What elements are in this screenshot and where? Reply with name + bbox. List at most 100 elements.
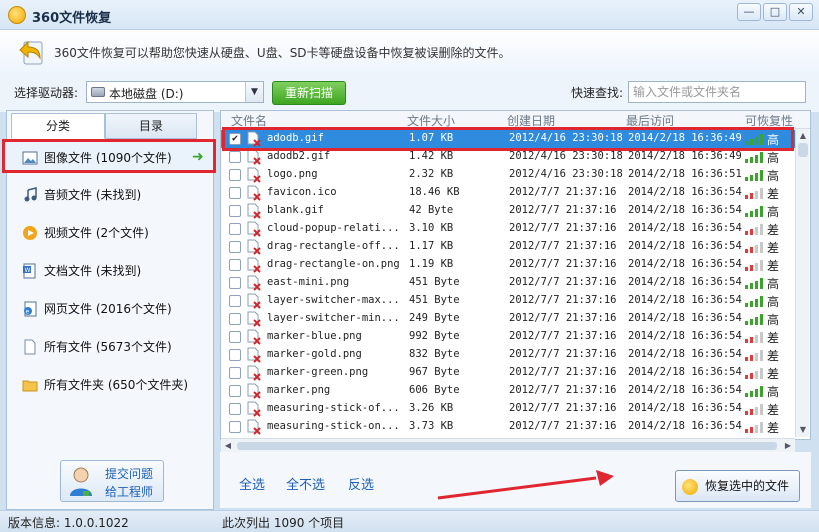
version-info: 版本信息: 1.0.0.1022 [8, 516, 129, 530]
minimize-icon[interactable]: — [737, 3, 761, 21]
file-name: drag-rectangle-off... [267, 240, 400, 252]
scroll-thumb[interactable] [237, 442, 777, 450]
vertical-scrollbar[interactable]: ▲ ▼ [795, 129, 809, 437]
row-checkbox[interactable] [229, 385, 241, 397]
tab-category[interactable]: 分类 [11, 113, 105, 139]
table-row[interactable]: marker-green.png 967 Byte 2012/7/7 21:37… [221, 364, 795, 382]
search-input[interactable] [628, 81, 806, 103]
table-row[interactable]: cloud-popup-relati... 3.10 KB 2012/7/7 2… [221, 220, 795, 238]
maximize-icon[interactable]: □ [763, 3, 787, 21]
file-size: 606 Byte [409, 384, 460, 396]
row-checkbox[interactable] [229, 151, 241, 163]
select-all-link[interactable]: 全选 [239, 474, 265, 493]
row-checkbox[interactable]: ✔ [229, 133, 241, 145]
select-none-link[interactable]: 全不选 [286, 474, 325, 493]
file-name: layer-switcher-min... [267, 312, 400, 324]
recover-label: 恢复选中的文件 [704, 479, 789, 493]
table-row[interactable]: drag-rectangle-on.png 1.19 KB 2012/7/7 2… [221, 256, 795, 274]
header-size[interactable]: 文件大小 [407, 112, 455, 129]
recoverability-text: 差 [767, 259, 780, 273]
scroll-thumb[interactable] [798, 143, 808, 157]
file-size: 1.42 KB [409, 150, 454, 162]
table-row[interactable]: marker-gold.png 832 Byte 2012/7/7 21:37:… [221, 346, 795, 364]
deleted-file-icon [247, 167, 261, 183]
close-icon[interactable]: ✕ [789, 3, 813, 21]
row-checkbox[interactable] [229, 223, 241, 235]
table-row[interactable]: ✔ adodb.gif 1.07 KB 2012/4/16 23:30:18 2… [221, 130, 795, 148]
row-checkbox[interactable] [229, 259, 241, 271]
row-checkbox[interactable] [229, 349, 241, 361]
file-size: 3.73 KB [409, 420, 454, 432]
table-row[interactable]: logo.png 2.32 KB 2012/4/16 23:30:18 2014… [221, 166, 795, 184]
file-name: measuring-stick-of... [267, 402, 400, 414]
row-checkbox[interactable] [229, 403, 241, 415]
recoverability-bars-icon [745, 350, 763, 361]
category-all-folders[interactable]: 所有文件夹 (650个文件夹) [16, 373, 202, 397]
item-count: 此次列出 1090 个项目 [222, 516, 345, 530]
table-row[interactable]: layer-switcher-min... 249 Byte 2012/7/7 … [221, 310, 795, 328]
category-documents[interactable]: W 文档文件 (未找到) [16, 259, 202, 283]
deleted-file-icon [247, 293, 261, 309]
header-created[interactable]: 创建日期 [507, 112, 555, 129]
row-checkbox[interactable] [229, 187, 241, 199]
recoverability-bars-icon [745, 134, 763, 145]
scroll-right-icon[interactable]: ▶ [781, 439, 795, 453]
table-row[interactable]: measuring-stick-on... 3.73 KB 2012/7/7 2… [221, 418, 795, 436]
window-controls: — □ ✕ [737, 3, 813, 21]
table-row[interactable]: drag-rectangle-off... 1.17 KB 2012/7/7 2… [221, 238, 795, 256]
row-checkbox[interactable] [229, 331, 241, 343]
category-all-files[interactable]: 所有文件 (5673个文件) [16, 335, 202, 359]
created-date: 2012/4/16 23:30:18 [509, 168, 623, 180]
created-date: 2012/7/7 21:37:16 [509, 330, 617, 342]
video-icon [23, 226, 37, 240]
deleted-file-icon [247, 329, 261, 345]
table-row[interactable]: adodb2.gif 1.42 KB 2012/4/16 23:30:18 20… [221, 148, 795, 166]
row-checkbox[interactable] [229, 277, 241, 289]
title-bar [0, 0, 819, 30]
table-row[interactable]: marker-blue.png 992 Byte 2012/7/7 21:37:… [221, 328, 795, 346]
table-row[interactable]: layer-switcher-max... 451 Byte 2012/7/7 … [221, 292, 795, 310]
created-date: 2012/7/7 21:37:16 [509, 420, 617, 432]
row-checkbox[interactable] [229, 421, 241, 433]
deleted-file-icon [247, 347, 261, 363]
header-recoverability[interactable]: 可恢复性 [745, 112, 793, 129]
recoverability-bars-icon [745, 260, 763, 271]
contact-engineer-button[interactable]: 提交问题 给工程师 [60, 460, 164, 502]
table-row[interactable]: east-mini.png 451 Byte 2012/7/7 21:37:16… [221, 274, 795, 292]
recoverability-text: 差 [767, 223, 780, 237]
category-images[interactable]: 图像文件 (1090个文件) [16, 146, 202, 170]
row-checkbox[interactable] [229, 313, 241, 325]
row-checkbox[interactable] [229, 367, 241, 379]
recoverability-bars-icon [745, 332, 763, 343]
app-logo-icon [8, 6, 26, 24]
table-row[interactable]: marker.png 606 Byte 2012/7/7 21:37:16 20… [221, 382, 795, 400]
header-accessed[interactable]: 最后访问 [626, 112, 674, 129]
row-checkbox[interactable] [229, 169, 241, 181]
header-name[interactable]: 文件名 [231, 112, 267, 129]
chevron-down-icon[interactable]: ▼ [245, 82, 263, 102]
table-row[interactable]: blank.gif 42 Byte 2012/7/7 21:37:16 2014… [221, 202, 795, 220]
scroll-up-icon[interactable]: ▲ [796, 129, 810, 143]
table-header: 文件名 文件大小 创建日期 最后访问 可恢复性 [221, 111, 810, 129]
scroll-left-icon[interactable]: ◀ [221, 439, 235, 453]
created-date: 2012/7/7 21:37:16 [509, 348, 617, 360]
row-checkbox[interactable] [229, 241, 241, 253]
created-date: 2012/7/7 21:37:16 [509, 366, 617, 378]
scroll-down-icon[interactable]: ▼ [796, 423, 810, 437]
recover-selected-button[interactable]: 恢复选中的文件 [675, 470, 800, 502]
tab-directory[interactable]: 目录 [105, 113, 197, 139]
drive-select[interactable]: 本地磁盘 (D:) ▼ [86, 81, 264, 103]
rescan-button[interactable]: 重新扫描 [272, 81, 346, 105]
row-checkbox[interactable] [229, 205, 241, 217]
file-name: marker-green.png [267, 366, 369, 378]
category-audio[interactable]: 音频文件 (未找到) [16, 183, 202, 207]
row-checkbox[interactable] [229, 295, 241, 307]
category-video[interactable]: 视频文件 (2个文件) [16, 221, 202, 245]
category-webpages[interactable]: e 网页文件 (2016个文件) [16, 297, 202, 321]
table-row[interactable]: favicon.ico 18.46 KB 2012/7/7 21:37:16 2… [221, 184, 795, 202]
invert-selection-link[interactable]: 反选 [348, 474, 374, 493]
category-label: 所有文件 (5673个文件) [44, 340, 172, 354]
table-row[interactable]: measuring-stick-of... 3.26 KB 2012/7/7 2… [221, 400, 795, 418]
horizontal-scrollbar[interactable]: ◀ ▶ [221, 438, 795, 452]
accessed-date: 2014/2/18 16:36:54 [628, 384, 742, 396]
